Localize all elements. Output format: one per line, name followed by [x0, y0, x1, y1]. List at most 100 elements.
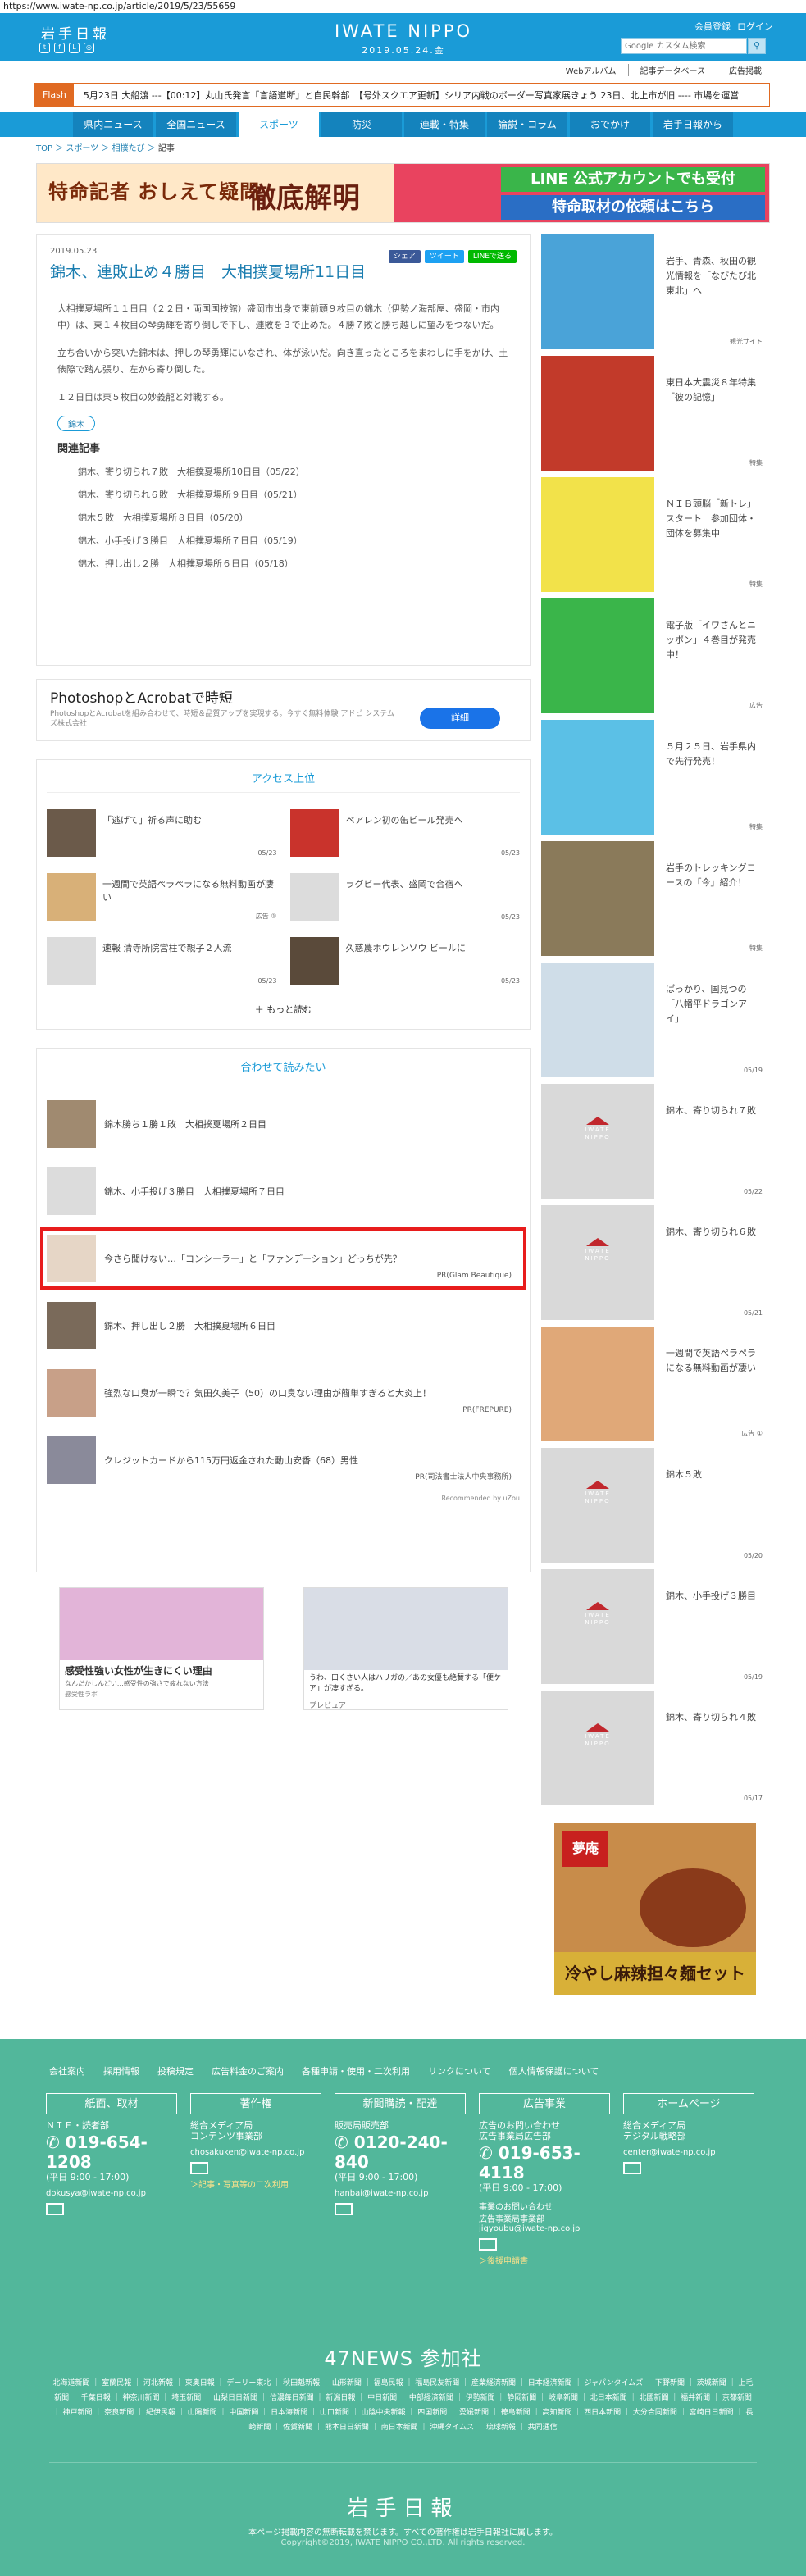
- footer-link[interactable]: 広告料金のご案内: [212, 2064, 284, 2078]
- sidebar-item[interactable]: IWATE NIPPO 錦木５敗 05/20: [541, 1448, 769, 1563]
- footer-link[interactable]: リンクについて: [428, 2064, 491, 2078]
- nav-item-disaster[interactable]: 防災: [321, 112, 402, 137]
- mail-icon[interactable]: [46, 2203, 64, 2215]
- sidebar-item[interactable]: ＮＩＢ頭脳「新トレ」スタート 参加団体・団体を募集中 特集: [541, 477, 769, 592]
- sidebar-item[interactable]: 一週間で英語ペラペラになる無料動画が凄い 広告 ①: [541, 1327, 769, 1441]
- banner-line-button[interactable]: LINE 公式アカウントでも受付: [501, 167, 765, 192]
- banner-request-button[interactable]: 特命取材の依頼はこちら: [501, 195, 765, 220]
- sidebar-item[interactable]: IWATE NIPPO 錦木、寄り切られ４敗 05/17: [541, 1691, 769, 1805]
- nav-item-national[interactable]: 全国ニュース: [156, 112, 236, 137]
- recommended-item-title: 錦木、小手投げ３勝目 大相撲夏場所７日目: [104, 1186, 285, 1197]
- facebook-icon[interactable]: f: [54, 43, 65, 53]
- email-address[interactable]: 事業のお問い合わせ 広告事業局事業部 jigyoubu@iwate-np.co.…: [479, 2200, 610, 2233]
- register-link[interactable]: 会員登録: [694, 20, 731, 33]
- related-item[interactable]: 錦木５敗 大相撲夏場所８日目（05/20）: [78, 511, 517, 524]
- mail-icon[interactable]: [623, 2162, 641, 2174]
- footer-link[interactable]: 会社案内: [49, 2064, 85, 2078]
- crumb-top[interactable]: TOP: [36, 144, 52, 153]
- sidebar-item[interactable]: IWATE NIPPO 錦木、寄り切られ６敗 05/21: [541, 1205, 769, 1320]
- instagram-icon[interactable]: ◎: [84, 43, 94, 53]
- line-icon[interactable]: L: [69, 43, 80, 53]
- sidebar-item[interactable]: 東日本大震災８年特集「彼の記憶」 特集: [541, 356, 769, 471]
- recommended-item-sponsored[interactable]: クレジットカードから115万円返金された動山安香（68）男性 PR(司法書士法人中…: [47, 1436, 520, 1485]
- adobe-ad[interactable]: PhotoshopとAcrobatで時短 PhotoshopとAcrobatを組…: [36, 679, 531, 741]
- footer-link[interactable]: 個人情報保護について: [509, 2064, 599, 2078]
- ranking-item[interactable]: ベアレン初の缶ビール発売へ 05/23: [289, 809, 520, 857]
- flash-tag: Flash: [35, 84, 74, 106]
- mail-icon[interactable]: [190, 2162, 208, 2174]
- mail-icon[interactable]: [479, 2238, 497, 2251]
- nav-item-opinion[interactable]: 論説・コラム: [487, 112, 567, 137]
- crumb-sumo[interactable]: 相撲たび: [112, 144, 145, 153]
- ad-detail-button[interactable]: 詳細: [420, 708, 500, 729]
- login-link[interactable]: ログイン: [737, 20, 773, 33]
- email-address[interactable]: center@iwate-np.co.jp: [623, 2148, 754, 2157]
- line-share-button[interactable]: LINEで送る: [467, 250, 517, 263]
- flash-text[interactable]: 5月23日 大船渡 ---【00:12】丸山氏発言「言語道断」と自民幹部 【号外…: [74, 89, 739, 102]
- site-logo[interactable]: 岩手日報: [41, 22, 110, 43]
- sidebar-item[interactable]: 電子版「イワさんとニッポン」４巻目が発売中！ 広告: [541, 598, 769, 713]
- nav-item-outing[interactable]: おでかけ: [570, 112, 650, 137]
- nav-item-sports[interactable]: スポーツ: [239, 112, 319, 137]
- recommended-item[interactable]: 錦木、小手投げ３勝目 大相撲夏場所７日目: [47, 1167, 520, 1216]
- sidebar-item-title: 東日本大震災８年特集「彼の記憶」: [666, 377, 756, 403]
- sidebar-item[interactable]: IWATE NIPPO 錦木、寄り切られ７敗 05/22: [541, 1084, 769, 1199]
- facebook-share-button[interactable]: シェア: [388, 250, 421, 263]
- recommended-by[interactable]: Recommended by uZou: [47, 1495, 520, 1502]
- recommended-item-sponsored[interactable]: 強烈な口臭が一瞬で？気田久美子（50）の口臭ない理由が簡単すぎると大炎上！ PR(…: [47, 1368, 520, 1418]
- recommended-item[interactable]: 錦木、押し出し２勝 大相撲夏場所６日目: [47, 1301, 520, 1350]
- sidebar-item[interactable]: 岩手のトレッキングコースの「今」紹介！ 特集: [541, 841, 769, 956]
- crumb-sports[interactable]: スポーツ: [66, 144, 98, 153]
- sublink-database[interactable]: 記事データベース: [640, 64, 717, 76]
- bottom-ad[interactable]: 感受性強い女性が生きにくい理由 なんだかしんどい…感受性の強さで疲れない方法 感…: [59, 1587, 264, 1710]
- ranking-item[interactable]: 一週間で英語ペラペラになる無料動画が凄い 広告 ①: [47, 873, 277, 921]
- search-input[interactable]: [622, 39, 726, 53]
- bottom-ad[interactable]: うわ、口くさい人はハリガの／あの女優も絶賛する「便ケア」が凄すぎる。 プレビュア: [303, 1587, 508, 1710]
- sublink-album[interactable]: Webアルバム: [566, 64, 629, 76]
- sidebar-item[interactable]: 岩手、青森、秋田の観光情報を「なびたび北東北」へ 観光サイト: [541, 234, 769, 349]
- url-bar[interactable]: https://www.iwate-np.co.jp/article/2019/…: [0, 0, 806, 13]
- email-address[interactable]: dokusya@iwate-np.co.jp: [46, 2189, 177, 2198]
- thumbnail: [289, 937, 339, 985]
- footer-column-link[interactable]: ＞後援申請書: [479, 2254, 610, 2266]
- more-button[interactable]: ＋ もっと読む: [47, 1003, 520, 1016]
- ranking-item[interactable]: 速報 清寺所院営柱で親子２人流 05/23: [47, 937, 277, 985]
- nav-item-local[interactable]: 県内ニュース: [73, 112, 153, 137]
- sidebar-item[interactable]: ぱっかり、国見つの「八幡平ドラゴンアイ」 05/19: [541, 963, 769, 1077]
- keyword-tag[interactable]: 錦木: [57, 416, 95, 431]
- tweet-button[interactable]: ツイート: [424, 250, 464, 263]
- ranking-item[interactable]: ラグビー代表、盛岡で合宿へ 05/23: [289, 873, 520, 921]
- ranking-item[interactable]: 久慈農ホウレンソウ ビールに 05/23: [289, 937, 520, 985]
- phone-number[interactable]: ✆ 0120-240-840: [335, 2132, 466, 2172]
- related-item[interactable]: 錦木、小手投げ３勝目 大相撲夏場所７日目（05/19）: [78, 534, 517, 547]
- footer-column-link[interactable]: ＞記事・写真等の二次利用: [190, 2178, 321, 2190]
- ad-description: PhotoshopとAcrobatを組み合わせて、時短＆品質アップを実現する。今…: [50, 710, 395, 728]
- footer-link[interactable]: 各種申請・使用・二次利用: [302, 2064, 410, 2078]
- sublink-ads[interactable]: 広告掲載: [729, 64, 773, 76]
- mail-icon[interactable]: [335, 2203, 353, 2215]
- email-address[interactable]: hanbai@iwate-np.co.jp: [335, 2189, 466, 2198]
- phone-number[interactable]: ✆ 019-653-4118: [479, 2143, 610, 2182]
- twitter-icon[interactable]: t: [39, 43, 50, 53]
- ranking-item-title: 一週間で英語ペラペラになる無料動画が凄い: [102, 879, 274, 903]
- food-ad[interactable]: 夢庵 冷やし麻辣担々麺セット: [554, 1823, 756, 1995]
- search-icon[interactable]: ⚲: [748, 38, 766, 54]
- footer-link[interactable]: 投稿規定: [157, 2064, 194, 2078]
- related-item[interactable]: 錦木、寄り切られ７敗 大相撲夏場所10日目（05/22）: [78, 465, 517, 478]
- recommended-item[interactable]: 錦木勝ち１勝１敗 大相撲夏場所２日目: [47, 1099, 520, 1149]
- footer-link[interactable]: 採用情報: [103, 2064, 139, 2078]
- footer-column-title: 紙面、取材: [46, 2093, 177, 2114]
- tokumei-banner[interactable]: 特命記者 おしえて疑問 徹底解明 LINE 公式アカウントでも受付 特命取材の依…: [36, 163, 770, 223]
- email-address[interactable]: chosakuken@iwate-np.co.jp: [190, 2148, 321, 2157]
- related-item[interactable]: 錦木、押し出し２勝 大相撲夏場所６日目（05/18）: [78, 557, 517, 570]
- footer-column: 著作権 総合メディア局 コンテンツ事業部 chosakuken@iwate-np.c…: [190, 2093, 321, 2190]
- phone-number[interactable]: ✆ 019-654-1208: [46, 2132, 177, 2172]
- 47news-papers[interactable]: 北海道新聞 ｜ 室蘭民報 ｜ 河北新報 ｜ 東奥日報 ｜ デーリー東北 ｜ 秋田…: [52, 2376, 754, 2435]
- nav-item-features[interactable]: 連載・特集: [404, 112, 485, 137]
- related-item[interactable]: 錦木、寄り切られ６敗 大相撲夏場所９日目（05/21）: [78, 488, 517, 501]
- nav-item-from-nippo[interactable]: 岩手日報から: [653, 112, 733, 137]
- sidebar-item[interactable]: ５月２５日、岩手県内で先行発売！ 特集: [541, 720, 769, 835]
- ranking-item[interactable]: 「逃げて」祈る声に助む 05/23: [47, 809, 277, 857]
- recommended-item-sponsored[interactable]: 今さら聞けない…「コンシーラー」と「ファンデーション」どっちが先？ PR(Glam…: [40, 1227, 526, 1290]
- sidebar-item[interactable]: IWATE NIPPO 錦木、小手投げ３勝目 05/19: [541, 1569, 769, 1684]
